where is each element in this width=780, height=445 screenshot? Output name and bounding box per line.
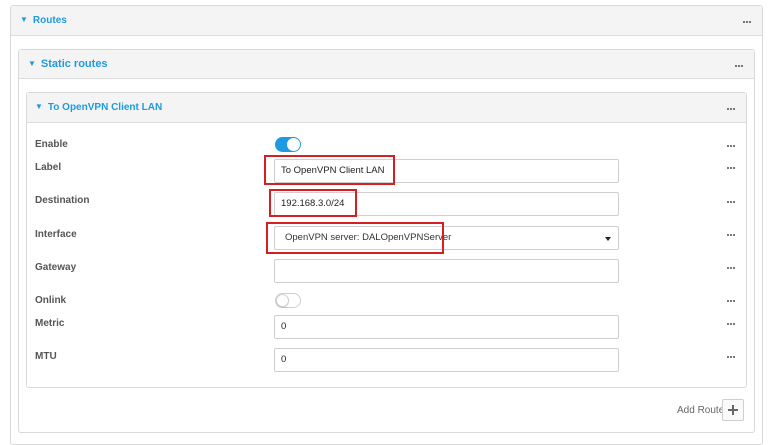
toggle-knob	[287, 138, 300, 151]
destination-input[interactable]: 192.168.3.0/24	[274, 192, 619, 216]
interface-value: OpenVPN server: DALOpenVPNServer	[285, 232, 452, 243]
chevron-down-icon	[605, 237, 611, 241]
mtu-label: MTU	[35, 351, 57, 362]
add-route-label[interactable]: Add Route	[677, 405, 724, 416]
more-options-icon[interactable]	[727, 322, 735, 326]
more-options-icon[interactable]	[727, 299, 735, 303]
mtu-input[interactable]: 0	[274, 348, 619, 372]
label-input[interactable]: To OpenVPN Client LAN	[274, 159, 619, 183]
onlink-toggle[interactable]	[275, 293, 301, 308]
more-options-icon[interactable]	[727, 166, 735, 170]
more-options-icon[interactable]	[735, 64, 743, 68]
route-title[interactable]: ▼ To OpenVPN Client LAN	[35, 93, 162, 122]
routes-header[interactable]: ▼ Routes	[11, 6, 762, 36]
label-label: Label	[35, 162, 62, 173]
more-options-icon[interactable]	[727, 107, 735, 111]
more-options-icon[interactable]	[727, 266, 735, 270]
caret-down-icon: ▼	[35, 102, 43, 111]
interface-select[interactable]: OpenVPN server: DALOpenVPNServer	[274, 226, 619, 250]
enable-toggle[interactable]	[275, 137, 301, 152]
toggle-knob	[276, 294, 289, 307]
route-header[interactable]: ▼ To OpenVPN Client LAN	[27, 93, 746, 123]
more-options-icon[interactable]	[743, 20, 751, 24]
enable-label: Enable	[35, 139, 68, 150]
onlink-label: Onlink	[35, 295, 67, 306]
more-options-icon[interactable]	[727, 233, 735, 237]
metric-input[interactable]: 0	[274, 315, 619, 339]
caret-down-icon: ▼	[20, 15, 28, 24]
metric-label: Metric	[35, 318, 65, 329]
gateway-label: Gateway	[35, 262, 77, 273]
more-options-icon[interactable]	[727, 144, 735, 148]
gateway-input[interactable]	[274, 259, 619, 283]
static-routes-header[interactable]: ▼ Static routes	[19, 50, 754, 79]
static-routes-title[interactable]: ▼ Static routes	[28, 50, 108, 79]
more-options-icon[interactable]	[727, 200, 735, 204]
caret-down-icon: ▼	[28, 59, 36, 68]
routes-title[interactable]: ▼ Routes	[20, 6, 67, 35]
more-options-icon[interactable]	[727, 355, 735, 359]
add-route-button[interactable]	[722, 399, 744, 421]
destination-label: Destination	[35, 195, 90, 206]
interface-label: Interface	[35, 229, 77, 240]
plus-icon	[728, 405, 738, 415]
